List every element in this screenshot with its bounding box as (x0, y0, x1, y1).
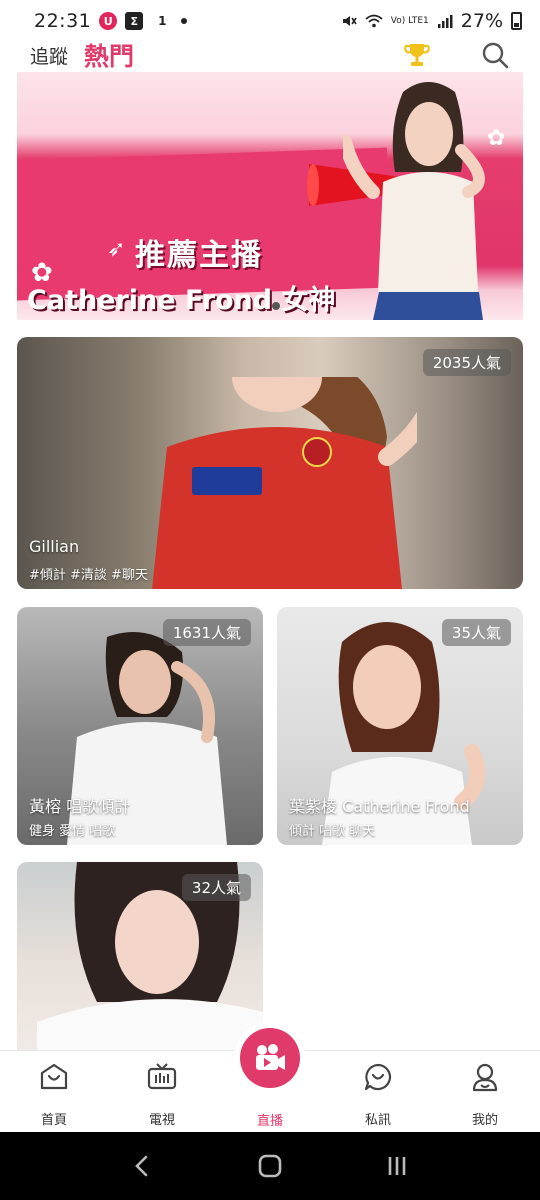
nav-messages[interactable]: 私訊 (348, 1061, 408, 1128)
live-room-card[interactable]: 2035人氣 Gillian #傾計 #清談 #聊天 (17, 337, 523, 589)
mute-icon (342, 16, 357, 26)
popularity-badge: 1631人氣 (162, 619, 251, 646)
status-bar-left: 22:31 U Σ 1 (34, 10, 341, 32)
pagination-dot (272, 302, 280, 310)
host-tags: #傾計 #清談 #聊天 (29, 568, 148, 583)
chat-bubble-icon (364, 1063, 392, 1091)
host-name: 葉紫棱 Catherine Frond (289, 797, 470, 816)
status-bar-right: Vo) LTE1 27% (341, 10, 522, 32)
live-camera-icon (256, 1044, 285, 1070)
home-icon (40, 1063, 68, 1090)
tab-hot[interactable]: 熱門 (84, 37, 134, 73)
one-notification-icon: 1 (158, 14, 167, 28)
tab-follow[interactable]: 追蹤 (30, 42, 68, 69)
nav-profile[interactable]: 我的 (455, 1061, 515, 1128)
search-icon[interactable] (480, 40, 510, 70)
popularity-badge: 32人氣 (181, 874, 251, 901)
recent-apps-icon[interactable] (384, 1153, 410, 1179)
sigma-notification-icon: Σ (125, 12, 144, 30)
host-tags: 傾計 唱歌 聊天 (289, 824, 376, 839)
status-time: 22:31 (34, 10, 92, 32)
nav-tv-label: 電視 (148, 1113, 175, 1128)
host-tags: 健身 愛情 唱歌 (29, 824, 116, 839)
banner-host-photo (343, 82, 485, 320)
host-name: 黃榕 唱歌傾計 (29, 797, 131, 816)
nav-tv[interactable]: 電視 (132, 1061, 192, 1128)
home-button-icon[interactable] (257, 1153, 283, 1179)
host-name: Gillian (29, 537, 80, 556)
app-notification-icon: U (99, 12, 118, 30)
profile-icon (472, 1063, 498, 1092)
live-room-card[interactable]: 1631人氣 黃榕 唱歌傾計 健身 愛情 唱歌 (17, 607, 263, 845)
tv-icon (147, 1063, 177, 1090)
back-icon[interactable] (130, 1153, 156, 1179)
arrow-decoration-icon: ➶ (107, 237, 126, 262)
trophy-icon[interactable] (402, 40, 432, 70)
system-navigation-bar (0, 1132, 540, 1200)
banner-subtitle: 推薦主播 (135, 238, 263, 273)
live-room-card[interactable]: 32人氣 (17, 862, 263, 1062)
nav-live-button[interactable] (240, 1028, 300, 1088)
popularity-badge: 35人氣 (441, 619, 511, 646)
signal-icon (437, 15, 453, 28)
wifi-icon (365, 14, 383, 28)
nav-home-label: 首頁 (40, 1113, 67, 1128)
promo-banner[interactable]: ✿ ✿ ➶ 推薦主播 Catherine Frond 女神 (17, 72, 523, 320)
battery-percent: 27% (460, 10, 503, 32)
banner-pagination (272, 302, 280, 310)
banner-title: Catherine Frond 女神 (27, 285, 336, 316)
nav-home[interactable]: 首頁 (24, 1061, 84, 1128)
nav-messages-label: 私訊 (364, 1113, 391, 1128)
more-notifications-icon (181, 18, 188, 24)
live-room-card[interactable]: 35人氣 葉紫棱 Catherine Frond 傾計 唱歌 聊天 (277, 607, 523, 845)
volte-label: Vo) LTE1 (390, 15, 429, 26)
host-photo (152, 377, 417, 589)
popularity-badge: 2035人氣 (422, 349, 511, 376)
nav-live-label: 直播 (256, 1114, 283, 1129)
top-header: 追蹤 熱門 (0, 36, 540, 74)
nav-profile-label: 我的 (471, 1113, 498, 1128)
battery-icon (511, 12, 522, 30)
